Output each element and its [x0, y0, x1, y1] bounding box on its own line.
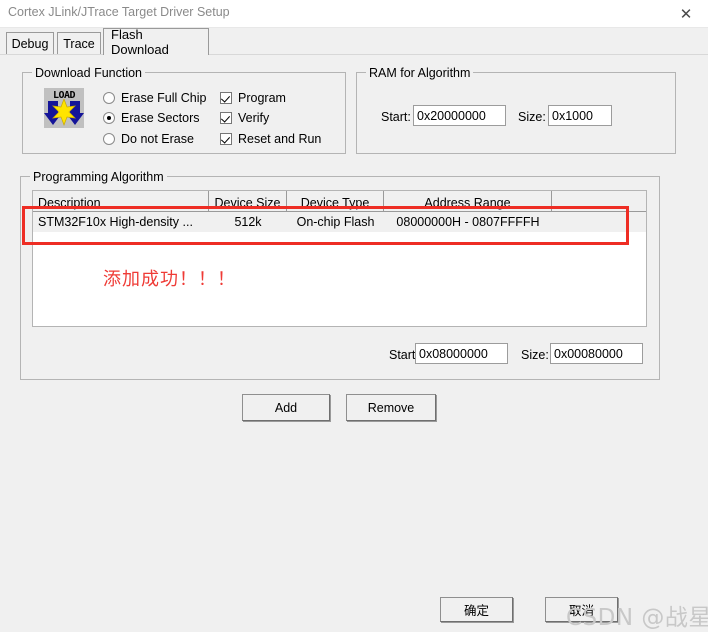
tab-flash-download[interactable]: Flash Download	[103, 27, 209, 57]
radio-erase-sectors-indicator	[103, 112, 115, 124]
tab-debug[interactable]: Debug	[6, 32, 54, 54]
ram-start-label: Start:	[381, 110, 411, 124]
flash-size-input[interactable]: 0x00080000	[550, 343, 643, 364]
column-header-description[interactable]: Description	[33, 191, 209, 211]
ram-size-input[interactable]: 0x1000	[548, 105, 612, 126]
column-header-extra[interactable]	[552, 191, 645, 211]
programming-algorithm-title: Programming Algorithm	[30, 170, 167, 184]
checkbox-verify[interactable]: Verify	[220, 111, 269, 125]
ram-start-input[interactable]: 0x20000000	[413, 105, 506, 126]
radio-do-not-erase-label: Do not Erase	[121, 132, 194, 146]
flash-start-input[interactable]: 0x08000000	[415, 343, 508, 364]
ok-button[interactable]: 确定	[440, 597, 513, 622]
checkbox-program-indicator	[220, 92, 232, 104]
radio-erase-full-chip-indicator	[103, 92, 115, 104]
tab-trace[interactable]: Trace	[57, 32, 101, 54]
table-row[interactable]: STM32F10x High-density ... 512k On-chip …	[33, 212, 646, 232]
table-header-row: Description Device Size Device Type Addr…	[33, 191, 646, 212]
tab-flash-download-label: Flash Download	[111, 27, 169, 57]
tab-trace-label: Trace	[63, 36, 95, 51]
radio-erase-sectors-label: Erase Sectors	[121, 111, 200, 125]
checkbox-program[interactable]: Program	[220, 91, 286, 105]
flash-size-label: Size:	[521, 348, 549, 362]
checkbox-verify-indicator	[220, 112, 232, 124]
add-button[interactable]: Add	[242, 394, 330, 421]
ram-size-label: Size:	[518, 110, 546, 124]
checkbox-program-label: Program	[238, 91, 286, 105]
checkbox-verify-label: Verify	[238, 111, 270, 125]
radio-do-not-erase[interactable]: Do not Erase	[103, 132, 194, 146]
checkbox-reset-and-run-indicator	[220, 133, 232, 145]
close-icon[interactable]: ✕	[664, 0, 708, 27]
checkbox-reset-and-run[interactable]: Reset and Run	[220, 132, 321, 146]
column-header-device-type[interactable]: Device Type	[287, 191, 384, 211]
radio-erase-full-chip-label: Erase Full Chip	[121, 91, 207, 105]
column-header-address-range[interactable]: Address Range	[384, 191, 552, 211]
window-title: Cortex JLink/JTrace Target Driver Setup	[8, 5, 230, 19]
column-header-device-size[interactable]: Device Size	[209, 191, 287, 211]
ram-for-algorithm-title: RAM for Algorithm	[366, 66, 474, 80]
radio-erase-sectors[interactable]: Erase Sectors	[103, 111, 200, 125]
title-bar: Cortex JLink/JTrace Target Driver Setup …	[0, 0, 708, 28]
load-icon-graphic	[44, 99, 84, 126]
cell-description: STM32F10x High-density ...	[38, 215, 193, 229]
radio-erase-full-chip[interactable]: Erase Full Chip	[103, 91, 206, 105]
tab-strip: Debug Trace Flash Download	[0, 27, 708, 57]
radio-do-not-erase-indicator	[103, 133, 115, 145]
remove-button[interactable]: Remove	[346, 394, 436, 421]
tab-debug-label: Debug	[11, 36, 49, 51]
programming-algorithm-table: Description Device Size Device Type Addr…	[32, 190, 647, 327]
cell-device-type: On-chip Flash	[296, 215, 375, 229]
cell-device-size: 512k	[234, 215, 262, 229]
checkbox-reset-and-run-label: Reset and Run	[238, 132, 322, 146]
cancel-button[interactable]: 取消	[545, 597, 618, 622]
cell-address-range: 08000000H - 0807FFFFH	[396, 215, 540, 229]
success-annotation-text: 添加成功！！！	[103, 269, 236, 290]
download-function-title: Download Function	[32, 66, 146, 80]
load-icon: LOAD	[44, 88, 84, 128]
